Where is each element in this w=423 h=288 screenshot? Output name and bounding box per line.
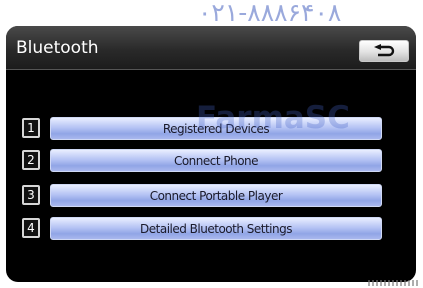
watermark-logo-text: FarmaSC [196, 100, 350, 136]
title-bar: Bluetooth [6, 26, 416, 70]
back-button[interactable] [359, 40, 409, 62]
menu-number: 1 [22, 118, 40, 138]
connect-portable-player-button[interactable]: Connect Portable Player [50, 184, 382, 207]
menu-number: 2 [22, 150, 40, 170]
bluetooth-screen: Bluetooth 1 Registered Devices 2 Connect… [6, 26, 416, 282]
connect-phone-button[interactable]: Connect Phone [50, 149, 382, 172]
watermark-phone-number: ۰۲۱-۸۸۸۶۴۰۸ [198, 0, 342, 27]
page-title: Bluetooth [16, 38, 99, 58]
menu-row-detailed-bluetooth-settings: 4 Detailed Bluetooth Settings [22, 217, 384, 240]
menu-number: 3 [22, 185, 40, 205]
menu-row-connect-portable-player: 3 Connect Portable Player [22, 184, 384, 207]
menu-row-connect-phone: 2 Connect Phone [22, 149, 384, 172]
return-arrow-icon [374, 44, 395, 57]
image-code-mark [368, 280, 418, 286]
detailed-bluetooth-settings-button[interactable]: Detailed Bluetooth Settings [50, 217, 382, 240]
menu-number: 4 [22, 218, 40, 238]
